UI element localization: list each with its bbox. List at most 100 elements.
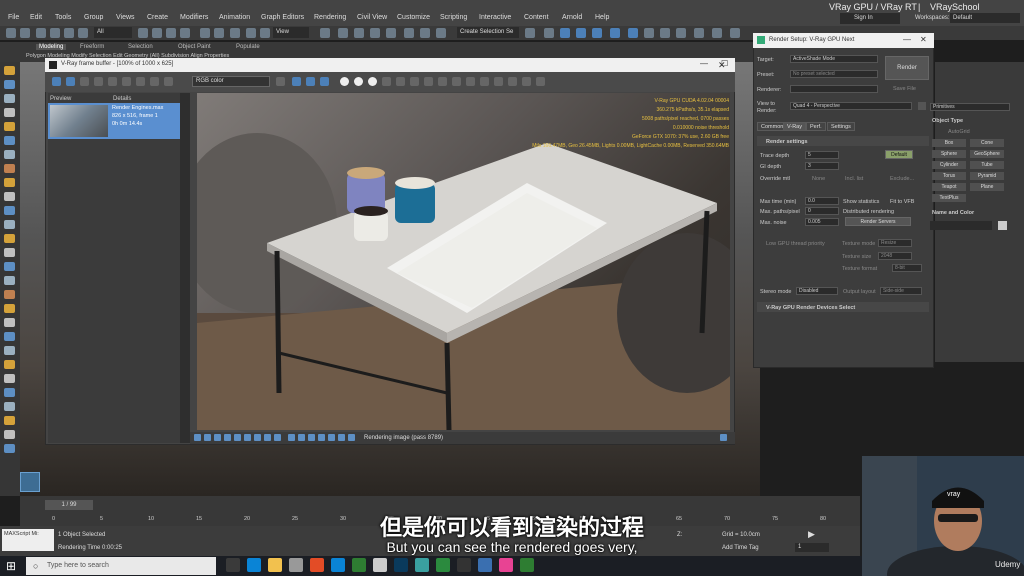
left-tool-icon[interactable]	[4, 220, 15, 229]
selection-filter-dropdown[interactable]: All	[94, 27, 132, 38]
view-to-render-dropdown[interactable]: Quad 4 - Perspective	[790, 102, 912, 110]
left-tool-icon[interactable]	[4, 150, 15, 159]
history-splitter[interactable]	[180, 93, 190, 443]
taskbar-app-icon[interactable]	[331, 558, 345, 572]
vfb-status-icon[interactable]	[328, 434, 335, 441]
vfb-tool-icon[interactable]	[340, 77, 349, 86]
vfb-status-icon[interactable]	[254, 434, 261, 441]
primitive-box-button[interactable]: Box	[932, 139, 966, 147]
vfb-tool-icon[interactable]	[354, 77, 363, 86]
toolbar-tool-icon[interactable]	[36, 28, 46, 38]
left-tool-icon[interactable]	[4, 206, 15, 215]
toolbar-tool-icon[interactable]	[436, 28, 446, 38]
left-tool-icon[interactable]	[4, 94, 15, 103]
viewcube-icon[interactable]	[20, 472, 40, 492]
vfb-tool-icon[interactable]	[52, 77, 61, 86]
vfb-tool-icon[interactable]	[494, 77, 503, 86]
taskbar-app-icon[interactable]	[310, 558, 324, 572]
menu-rendering[interactable]: Rendering	[314, 14, 346, 21]
menu-civil-view[interactable]: Civil View	[357, 14, 387, 21]
ribbon-tab-object-paint[interactable]: Object Paint	[178, 44, 211, 50]
toolbar-tool-icon[interactable]	[404, 28, 414, 38]
vfb-tool-icon[interactable]	[292, 77, 301, 86]
vfb-tool-icon[interactable]	[480, 77, 489, 86]
primitive-tube-button[interactable]: Tube	[970, 161, 1004, 169]
render-setup-tab-settings[interactable]: Settings	[827, 122, 855, 131]
object-color-swatch[interactable]	[998, 221, 1007, 230]
vfb-status-icon[interactable]	[224, 434, 231, 441]
toolbar-tool-icon[interactable]	[152, 28, 162, 38]
lock-icon[interactable]	[918, 102, 926, 110]
ribbon-tab-modeling[interactable]: Modeling	[36, 44, 67, 50]
primitive-torus-button[interactable]: Torus	[932, 172, 966, 180]
left-tool-icon[interactable]	[4, 108, 15, 117]
vfb-tool-icon[interactable]	[150, 77, 159, 86]
taskbar-app-icon[interactable]	[415, 558, 429, 572]
name-color-rollout[interactable]: Name and Color	[932, 210, 974, 216]
ribbon-tab-populate[interactable]: Populate	[236, 44, 260, 50]
left-tool-icon[interactable]	[4, 192, 15, 201]
primitive-plane-button[interactable]: Plane	[970, 183, 1004, 191]
vfb-tool-icon[interactable]	[536, 77, 545, 86]
taskbar-app-icon[interactable]	[478, 558, 492, 572]
left-tool-icon[interactable]	[4, 374, 15, 383]
named-selection-set-dropdown[interactable]: Create Selection Se	[457, 27, 519, 38]
windows-start-icon[interactable]: ⊞	[6, 559, 16, 573]
primitive-pyramid-button[interactable]: Pyramid	[970, 172, 1004, 180]
texture-size-spinner[interactable]: 2048	[878, 252, 912, 260]
rs-minimize-icon[interactable]: —	[903, 35, 911, 44]
vfb-status-icon[interactable]	[348, 434, 355, 441]
low-gpu-priority-checkbox[interactable]: Low GPU thread priority	[766, 241, 825, 247]
gi-depth-spinner[interactable]: 3	[805, 162, 839, 170]
taskbar-app-icon[interactable]	[226, 558, 240, 572]
menu-modifiers[interactable]: Modifiers	[180, 14, 208, 21]
minimize-icon[interactable]: —	[700, 59, 708, 68]
history-tab-details[interactable]: Details	[113, 96, 131, 102]
toolbar-tool-icon[interactable]	[676, 28, 686, 38]
left-tool-icon[interactable]	[4, 360, 15, 369]
override-mtl-value[interactable]: None	[812, 176, 825, 182]
vfb-tool-icon[interactable]	[136, 77, 145, 86]
toolbar-tool-icon[interactable]	[354, 28, 364, 38]
taskbar-app-icon[interactable]	[268, 558, 282, 572]
color-mode-dropdown[interactable]: RGB color	[192, 76, 270, 87]
object-name-field[interactable]	[930, 221, 992, 230]
menu-views[interactable]: Views	[116, 14, 135, 21]
left-tool-icon[interactable]	[4, 388, 15, 397]
primitive-teapot-button[interactable]: Teapot	[932, 183, 966, 191]
toolbar-tool-icon[interactable]	[660, 28, 670, 38]
time-slider-handle[interactable]: 1 / 99	[45, 500, 93, 510]
taskbar-app-icon[interactable]	[352, 558, 366, 572]
toolbar-tool-icon[interactable]	[260, 28, 270, 38]
vfb-tool-icon[interactable]	[276, 77, 285, 86]
left-tool-icon[interactable]	[4, 234, 15, 243]
toolbar-tool-icon[interactable]	[320, 28, 330, 38]
vfb-tool-icon[interactable]	[320, 77, 329, 86]
toolbar-tool-icon[interactable]	[166, 28, 176, 38]
trace-depth-spinner[interactable]: 5	[805, 151, 839, 159]
taskbar-app-icon[interactable]	[289, 558, 303, 572]
left-tool-icon[interactable]	[4, 80, 15, 89]
autogrid-checkbox[interactable]: AutoGrid	[948, 129, 970, 135]
renderer-dropdown[interactable]	[790, 85, 878, 93]
vfb-tool-icon[interactable]	[66, 77, 75, 86]
max-noise-spinner[interactable]: 0.005	[805, 218, 839, 226]
toolbar-tool-icon[interactable]	[214, 28, 224, 38]
toolbar-tool-icon[interactable]	[420, 28, 430, 38]
output-layout-dropdown[interactable]: Side-side	[880, 287, 922, 295]
toolbar-tool-icon[interactable]	[338, 28, 348, 38]
toolbar-tool-icon[interactable]	[694, 28, 704, 38]
vfb-tool-icon[interactable]	[508, 77, 517, 86]
toolbar-tool-icon[interactable]	[78, 28, 88, 38]
target-dropdown[interactable]: ActiveShade Mode	[790, 55, 878, 63]
menu-create[interactable]: Create	[147, 14, 168, 21]
default-button[interactable]: Default	[885, 150, 913, 159]
taskbar-app-icon[interactable]	[394, 558, 408, 572]
left-tool-icon[interactable]	[4, 66, 15, 75]
toolbar-tool-icon[interactable]	[712, 28, 722, 38]
distributed-rendering-checkbox[interactable]: Distributed rendering	[843, 209, 894, 215]
menu-content[interactable]: Content	[524, 14, 549, 21]
toolbar-tool-icon[interactable]	[200, 28, 210, 38]
menu-file[interactable]: File	[8, 14, 19, 21]
menu-help[interactable]: Help	[595, 14, 609, 21]
